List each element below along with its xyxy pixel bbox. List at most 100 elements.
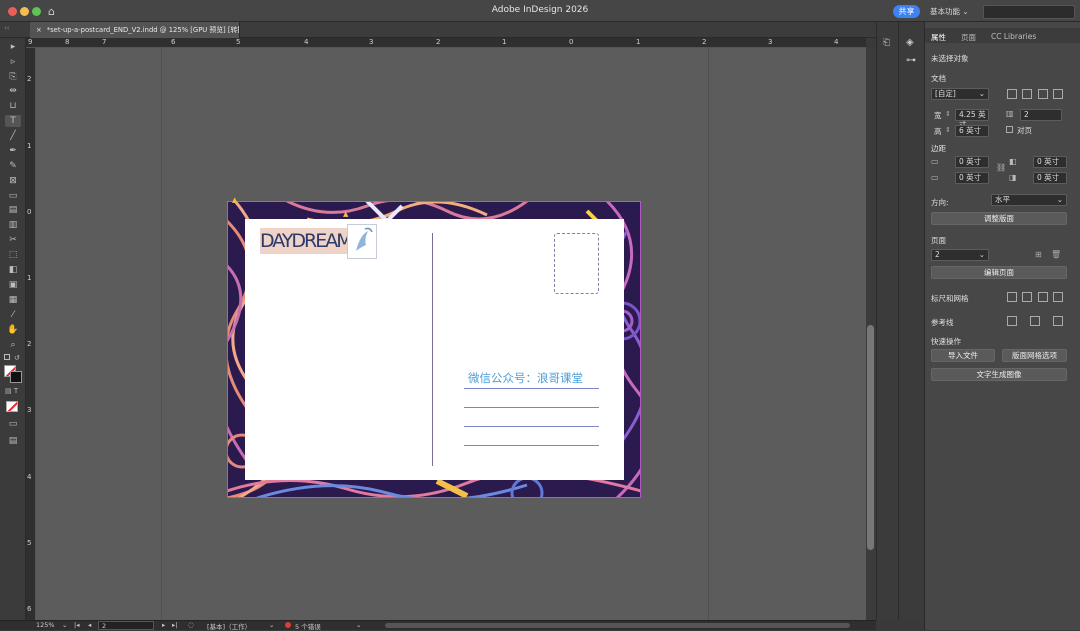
logo-text[interactable]: DAYDREAM — [260, 230, 353, 252]
chevron-down-icon[interactable]: ⌄ — [269, 621, 274, 629]
layout-grid-icon[interactable] — [1053, 292, 1063, 302]
pencil-tool-icon[interactable]: ✎ — [5, 160, 21, 172]
width-field[interactable]: 4.25 英寸 — [955, 109, 989, 129]
margin-bottom-field[interactable]: 0 英寸 — [955, 172, 989, 184]
gradient-swatch-tool-icon[interactable]: ◧ — [5, 264, 21, 276]
links-icon[interactable]: ⊶ — [906, 55, 916, 66]
search-input[interactable] — [983, 5, 1075, 19]
pen-tool-icon[interactable]: ✒ — [5, 145, 21, 157]
trash-icon[interactable]: 🗑 — [1051, 250, 1061, 259]
margin-top-field[interactable]: 0 英寸 — [955, 156, 989, 168]
line-tool-icon[interactable]: ╱ — [5, 130, 21, 142]
address-line[interactable] — [464, 426, 599, 427]
next-page-icon[interactable]: ▸ — [162, 621, 165, 629]
margin-left-field[interactable]: 0 英寸 — [1033, 156, 1067, 168]
height-field[interactable]: 6 英寸 — [955, 125, 989, 137]
intent-web-icon[interactable] — [1022, 89, 1032, 99]
horizontal-scrollbar[interactable] — [385, 623, 850, 628]
intent-print-icon[interactable] — [1007, 89, 1017, 99]
lock-guides-icon[interactable] — [1030, 316, 1040, 326]
chevron-down-icon: ⌄ — [978, 89, 985, 98]
chevron-down-icon[interactable]: ⌄ — [356, 621, 361, 629]
address-line[interactable] — [464, 388, 599, 389]
direct-selection-tool-icon[interactable]: ▹ — [5, 56, 21, 68]
page-number-field[interactable]: 2 — [98, 621, 154, 630]
hand-tool-icon[interactable]: ✋ — [5, 324, 21, 336]
intent-mobile-icon[interactable] — [1038, 89, 1048, 99]
page-tool-icon[interactable]: ⎘ — [5, 71, 21, 83]
pages-panel-icon[interactable]: ⎗ — [883, 38, 890, 48]
text-to-image-button[interactable]: 文字生成图像 — [931, 368, 1067, 381]
tab-pages[interactable]: 页面 — [961, 32, 976, 43]
panel-collapse-icon[interactable]: ‹‹ — [4, 24, 10, 32]
page-value: 2 — [935, 250, 940, 259]
default-colors-icon[interactable] — [4, 354, 10, 360]
ruler-icon[interactable] — [1007, 292, 1017, 302]
show-guides-icon[interactable] — [1007, 316, 1017, 326]
content-collector-icon[interactable]: ⊔ — [5, 100, 21, 112]
rectangle-tool-icon[interactable]: ▭ — [5, 190, 21, 202]
wechat-text[interactable]: 微信公众号：浪哥课堂 — [468, 370, 618, 386]
center-divider-line[interactable] — [432, 233, 433, 466]
page-select[interactable]: 2 ⌄ — [931, 249, 989, 261]
previous-page-icon[interactable]: ◂ — [88, 621, 91, 629]
facing-pages-checkbox[interactable] — [1006, 126, 1013, 133]
tab-cc-libraries[interactable]: CC Libraries — [991, 32, 1036, 41]
type-tool-icon[interactable]: T — [5, 115, 21, 127]
address-line[interactable] — [464, 407, 599, 408]
chevron-down-icon[interactable]: ⌄ — [62, 621, 67, 629]
stamp-frame[interactable] — [554, 233, 599, 294]
tab-properties[interactable]: 属性 — [931, 32, 946, 43]
vertical-scrollbar-thumb[interactable] — [867, 325, 874, 550]
link-margins-icon[interactable]: ⛓ — [996, 163, 1006, 172]
swap-colors-icon[interactable]: ↺ — [14, 354, 20, 362]
pages-count-field[interactable]: 2 — [1020, 109, 1062, 121]
selection-tool-icon[interactable]: ▸ — [5, 41, 21, 53]
vertical-ruler[interactable]: 2 1 0 1 2 3 4 5 6 — [26, 48, 36, 620]
view-mode-icon[interactable]: ▭ — [5, 418, 21, 430]
layout-grid-options-button[interactable]: 版面网格选项 — [1002, 349, 1067, 362]
gradient-feather-tool-icon[interactable]: ▣ — [5, 279, 21, 291]
stroke-swatch[interactable] — [10, 371, 22, 383]
facing-pages-label: 对页 — [1017, 126, 1032, 135]
apply-none-icon[interactable] — [6, 401, 18, 412]
document-preset-select[interactable]: [自定] ⌄ — [931, 88, 989, 100]
formatting-container-icon[interactable]: ▤ T — [5, 387, 18, 395]
logo-image-frame[interactable] — [347, 224, 377, 259]
workspace-switcher[interactable]: 基本功能 ⌄ — [930, 6, 969, 17]
share-button[interactable]: 共享 — [893, 5, 920, 18]
ruler-label: 0 — [569, 38, 574, 46]
stepper-icon[interactable]: ⇕ — [945, 126, 951, 134]
layers-icon[interactable]: ◈ — [906, 37, 914, 48]
gap-tool-icon[interactable]: ⇹ — [5, 85, 21, 97]
margin-right-field[interactable]: 0 英寸 — [1033, 172, 1067, 184]
last-page-icon[interactable]: ▸| — [172, 621, 177, 629]
margin-top-icon: ▭ — [931, 157, 939, 166]
ruler-label: 2 — [702, 38, 707, 46]
vertical-grid-tool-icon[interactable]: ▥ — [5, 219, 21, 231]
address-line[interactable] — [464, 445, 599, 446]
horizontal-ruler[interactable]: 9 8 7 6 5 4 3 2 1 0 1 2 3 4 — [26, 38, 866, 48]
document-grid-icon[interactable] — [1038, 292, 1048, 302]
stepper-icon[interactable]: ⇕ — [945, 110, 951, 118]
add-page-icon[interactable]: ⊞ — [1035, 250, 1042, 259]
scissors-tool-icon[interactable]: ✂ — [5, 234, 21, 246]
rectangle-frame-tool-icon[interactable]: ⊠ — [5, 175, 21, 187]
import-file-button[interactable]: 导入文件 — [931, 349, 995, 362]
adjust-layout-button[interactable]: 调整版面 — [931, 212, 1067, 225]
document-tab[interactable]: × *set-up-a-postcard_END_V2.indd @ 125% [… — [30, 22, 240, 38]
orientation-select[interactable]: 水平 ⌄ — [991, 194, 1067, 206]
zoom-tool-icon[interactable]: ⌕ — [5, 339, 21, 351]
zoom-level[interactable]: 125% — [36, 621, 55, 629]
note-tool-icon[interactable]: ▦ — [5, 294, 21, 306]
portrait-orientation-icon[interactable] — [1053, 89, 1063, 99]
horizontal-grid-tool-icon[interactable]: ▤ — [5, 204, 21, 216]
close-tab-icon[interactable]: × — [36, 26, 42, 34]
screen-mode-icon[interactable]: ▤ — [5, 435, 21, 447]
baseline-grid-icon[interactable] — [1022, 292, 1032, 302]
edit-page-button[interactable]: 编辑页面 — [931, 266, 1067, 279]
first-page-icon[interactable]: |◂ — [74, 621, 79, 629]
eyedropper-tool-icon[interactable]: ⁄ — [5, 309, 21, 321]
smart-guides-icon[interactable] — [1053, 316, 1063, 326]
free-transform-tool-icon[interactable]: ⬚ — [5, 249, 21, 261]
